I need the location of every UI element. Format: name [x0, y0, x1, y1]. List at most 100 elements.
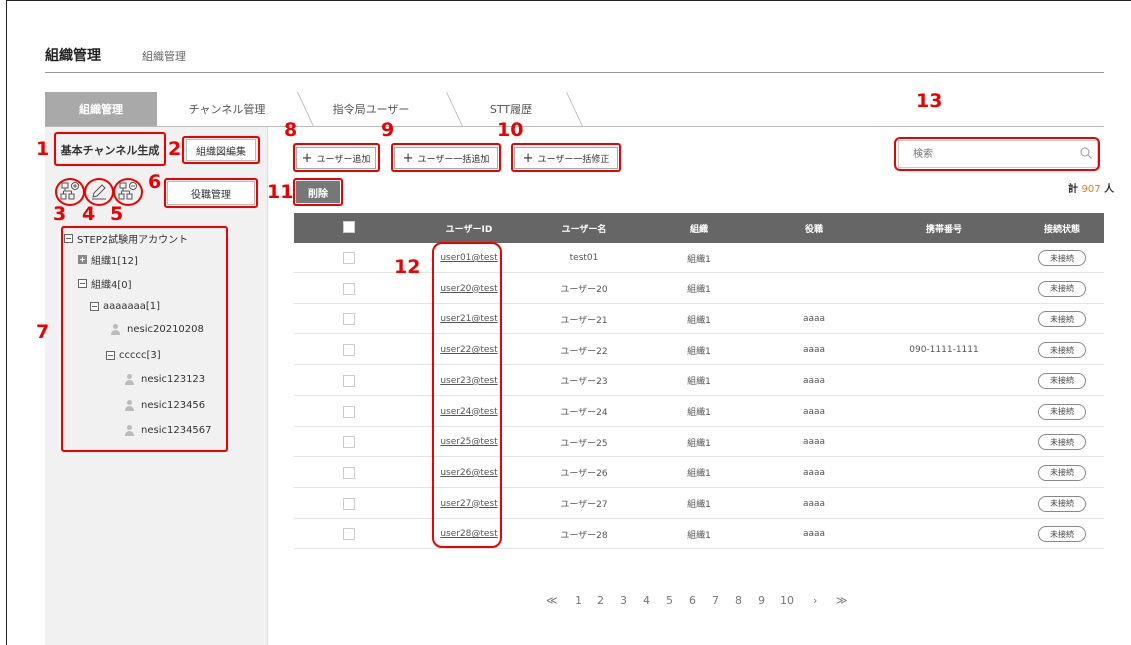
last-page-button[interactable]: ≫	[836, 594, 848, 607]
cell-role: aaaa	[802, 467, 826, 478]
cell-role: aaaa	[802, 375, 826, 386]
annotation-box-4	[84, 178, 114, 206]
table-row[interactable]: user26@test ユーザー26 組織1 aaaa 未接続	[294, 458, 1104, 488]
cell-phone	[894, 489, 994, 519]
cell-org: 組織1	[687, 377, 711, 388]
cell-phone	[894, 274, 994, 304]
table-row[interactable]: user25@test ユーザー25 組織1 aaaa 未接続	[294, 427, 1107, 458]
row-checkbox[interactable]	[343, 466, 355, 479]
annotation-box-2	[182, 136, 260, 164]
cell-org: 組織1	[687, 285, 711, 296]
cell-phone	[894, 243, 994, 273]
row-checkbox[interactable]	[343, 528, 355, 541]
annotation-box-9	[391, 143, 501, 172]
row-checkbox[interactable]	[343, 374, 355, 387]
row-checkbox[interactable]	[343, 252, 355, 264]
annotation-box-1	[54, 132, 166, 166]
col-status[interactable]: 接続状態	[1017, 213, 1107, 243]
row-checkbox-cell	[324, 243, 374, 273]
page-1[interactable]: 1	[575, 594, 582, 607]
annotation-number-12: 12	[394, 256, 421, 278]
cell-phone	[894, 366, 994, 396]
cell-status: 未接続	[1017, 519, 1107, 549]
annotation-number-7: 7	[36, 321, 50, 343]
cell-phone	[894, 427, 994, 457]
row-checkbox-cell	[324, 489, 374, 519]
cell-status: 未接続	[1017, 489, 1107, 519]
annotation-box-12	[432, 242, 502, 548]
table-row[interactable]: user24@test ユーザー24 組織1 aaaa 未接続	[294, 397, 1104, 427]
annotation-number-11: 11	[267, 181, 294, 203]
cell-name: test01	[569, 253, 599, 263]
page-2[interactable]: 2	[597, 594, 604, 607]
table-row[interactable]: user22@test ユーザー22 組織1 aaaa 090-1111-1111 未接続	[294, 335, 1104, 366]
status-badge: 未接続	[1038, 526, 1086, 543]
cell-status: 未接続	[1017, 304, 1107, 334]
cell-org: 組織1	[687, 408, 711, 418]
cell-role: aaaa	[802, 345, 826, 356]
cell-role: aaaa	[802, 406, 826, 417]
cell-phone	[894, 304, 994, 334]
table-row[interactable]: user28@test ユーザー28 組織1 aaaa 未接続	[294, 519, 1107, 550]
row-checkbox[interactable]	[343, 313, 355, 326]
col-org[interactable]: 組織	[654, 213, 744, 243]
count-suffix: 人	[1104, 184, 1115, 195]
header-divider	[45, 72, 1104, 73]
page-5[interactable]: 5	[666, 594, 673, 607]
status-badge: 未接続	[1038, 280, 1086, 297]
annotation-box-8	[293, 143, 380, 172]
page-7[interactable]: 7	[712, 594, 719, 607]
row-checkbox[interactable]	[343, 405, 355, 418]
tab-dispatch-users[interactable]: 指令局ユーザー	[305, 92, 437, 126]
count-prefix: 計	[1068, 184, 1078, 195]
table-row[interactable]: user23@test ユーザー23 組織1 aaaa 未接続	[294, 366, 1104, 396]
status-badge: 未接続	[1038, 342, 1086, 359]
window-top-border	[6, 0, 1131, 11]
cell-name: ユーザー23	[560, 377, 608, 388]
page-4[interactable]: 4	[643, 594, 650, 607]
tab-org-management[interactable]: 組織管理	[45, 92, 157, 126]
cell-name: ユーザー26	[560, 469, 608, 480]
annotation-number-10: 10	[497, 119, 524, 141]
page-6[interactable]: 6	[689, 594, 696, 607]
annotation-number-9: 9	[381, 119, 395, 141]
table-row[interactable]: user21@test ユーザー21 組織1 aaaa 未接続	[294, 304, 1107, 335]
cell-org: 組織1	[687, 254, 711, 265]
page-9[interactable]: 9	[758, 594, 765, 607]
cell-status: 未接続	[1017, 366, 1107, 396]
annotation-box-11	[293, 178, 343, 206]
annotation-number-2: 2	[168, 138, 182, 160]
page-10[interactable]: 10	[780, 594, 794, 607]
row-checkbox-cell	[324, 397, 374, 427]
annotation-number-6: 6	[148, 171, 162, 193]
cell-role	[769, 243, 859, 273]
row-checkbox[interactable]	[343, 344, 355, 357]
cell-status: 未接続	[1017, 427, 1107, 457]
cell-org: 組織1	[687, 315, 711, 326]
page-8[interactable]: 8	[735, 594, 742, 607]
status-badge: 未接続	[1038, 403, 1086, 420]
page-3[interactable]: 3	[620, 594, 627, 607]
table-row[interactable]: user20@test ユーザー20 組織1 未接続	[294, 274, 1104, 304]
col-user-name[interactable]: ユーザー名	[539, 213, 629, 243]
tab-channel-management[interactable]: チャンネル管理	[165, 92, 289, 126]
annotation-box-6	[164, 178, 258, 208]
col-phone[interactable]: 携帯番号	[894, 213, 994, 243]
cell-role: aaaa	[802, 437, 826, 448]
annotation-number-3: 3	[53, 203, 67, 225]
col-user-id[interactable]: ユーザーID	[424, 213, 514, 243]
select-all-checkbox[interactable]	[343, 221, 355, 233]
col-position[interactable]: 役職	[769, 213, 859, 243]
window-left-border	[6, 0, 7, 645]
count-value: 907	[1081, 184, 1101, 195]
annotation-number-4: 4	[82, 203, 96, 225]
page-title: 組織管理	[45, 48, 101, 64]
row-checkbox[interactable]	[343, 436, 355, 449]
next-page-button[interactable]: ›	[813, 594, 817, 607]
cell-name: ユーザー24	[560, 408, 608, 418]
row-checkbox[interactable]	[343, 497, 355, 510]
table-row[interactable]: user27@test ユーザー27 組織1 aaaa 未接続	[294, 489, 1104, 519]
first-page-button[interactable]: ≪	[546, 594, 558, 607]
row-checkbox[interactable]	[343, 282, 355, 295]
status-badge: 未接続	[1038, 372, 1086, 389]
